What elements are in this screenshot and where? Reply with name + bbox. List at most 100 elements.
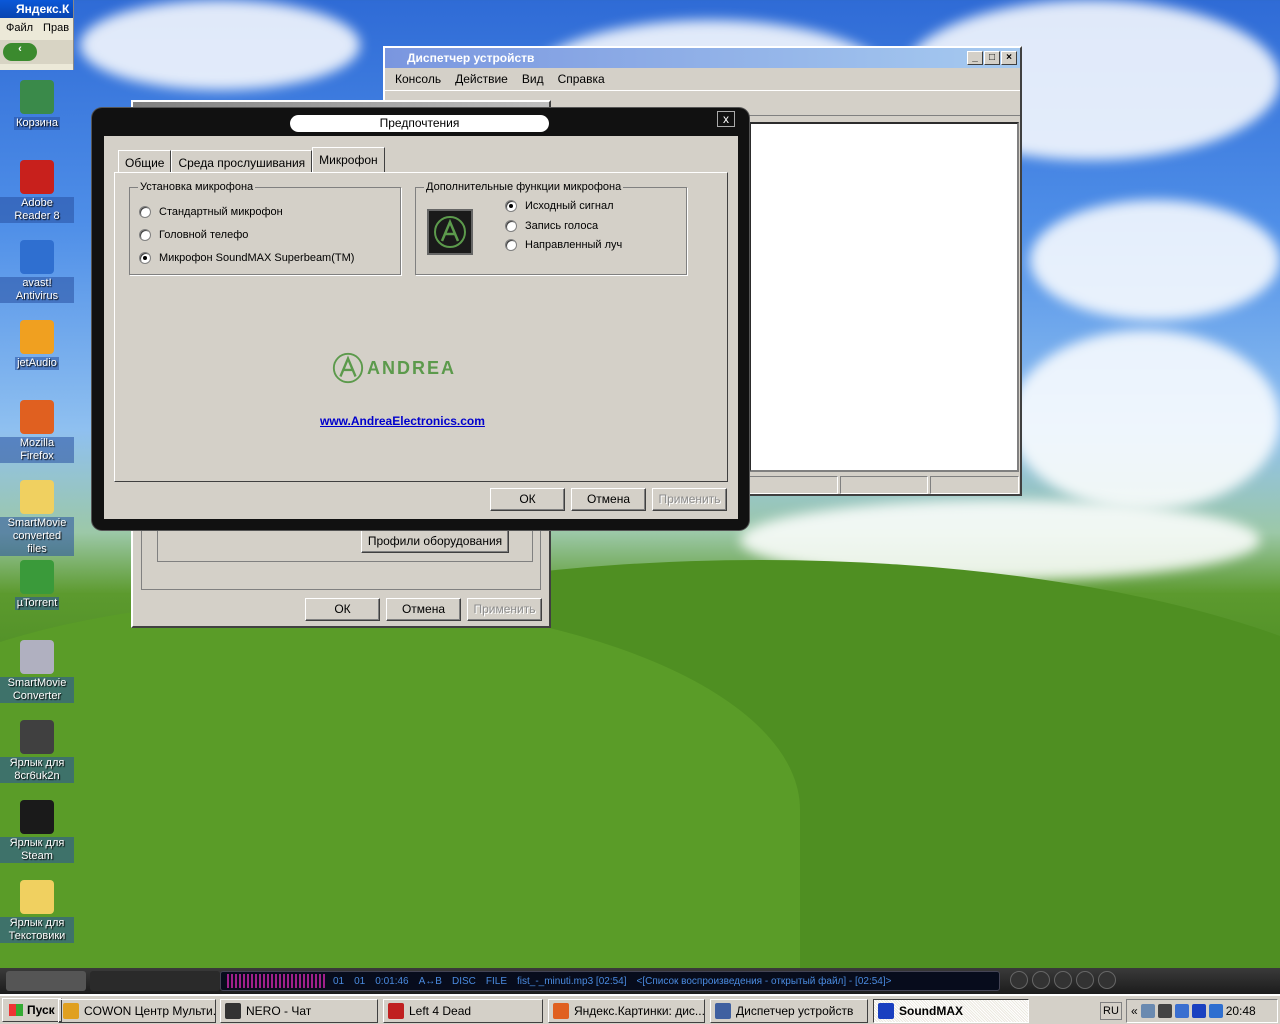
menu-action[interactable]: Действие — [455, 72, 508, 86]
taskbar-button[interactable]: Яндекс.Картинки: дис... — [548, 999, 705, 1023]
folder-icon — [20, 480, 54, 514]
equalizer-visual — [227, 974, 327, 988]
close-button[interactable]: x — [717, 111, 735, 127]
radio-label: Головной телефо — [159, 229, 249, 241]
taskbar-button[interactable]: SoundMAX — [873, 999, 1029, 1023]
radio-label: Исходный сигнал — [525, 200, 614, 212]
desktop-icon-label: Корзина — [14, 117, 60, 130]
desktop-icon-label: avast! Antivirus — [0, 277, 74, 303]
radio-dot[interactable] — [505, 219, 517, 232]
network-icon[interactable] — [1140, 1004, 1155, 1018]
menu-console[interactable]: Консоль — [395, 72, 441, 86]
radio-label: Микрофон SoundMAX Superbeam(TM) — [159, 252, 355, 264]
language-indicator[interactable]: RU — [1100, 1002, 1122, 1020]
desktop-icon[interactable]: SmartMovie Converter — [0, 640, 74, 703]
taskbar-button[interactable]: NERO - Чат — [220, 999, 378, 1023]
radio-dot[interactable] — [139, 206, 151, 218]
play-button[interactable] — [1098, 971, 1116, 989]
desktop-icon[interactable]: Ярлык для Steam — [0, 800, 74, 863]
radio-dot[interactable] — [139, 229, 151, 241]
ab-repeat[interactable]: A↔B — [419, 976, 442, 987]
mic-setup-radio[interactable]: Головной телефо — [139, 229, 248, 241]
firefox-window-fragment[interactable]: Яндекс.К Файл Прав ‹ — [0, 0, 74, 70]
desktop-icon[interactable]: avast! Antivirus — [0, 240, 74, 303]
menu-file[interactable]: Файл — [6, 22, 33, 36]
next-button[interactable] — [1076, 971, 1094, 989]
taskbar-button-label: Яндекс.Картинки: дис... — [574, 1004, 705, 1018]
radio-label: Стандартный микрофон — [159, 206, 283, 218]
radio-dot[interactable] — [505, 239, 517, 251]
player-transport — [1010, 971, 1116, 989]
tab-environment[interactable]: Среда прослушивания — [171, 150, 313, 172]
desktop-icon[interactable]: SmartMovie converted files — [0, 480, 74, 556]
tray-expand-icon[interactable]: « — [1131, 1004, 1138, 1018]
device-tree[interactable] — [749, 122, 1019, 472]
andrea-website-link[interactable]: www.AndreaElectronics.com — [320, 414, 485, 428]
ok-button[interactable]: ОК — [490, 488, 565, 511]
cancel-button[interactable]: Отмена — [386, 598, 461, 621]
desktop-icon[interactable]: µTorrent — [0, 560, 74, 610]
menu-view[interactable]: Вид — [522, 72, 544, 86]
player-mode-buttons[interactable] — [6, 971, 86, 991]
steam-icon — [20, 800, 54, 834]
avast-tray-icon[interactable] — [1174, 1004, 1189, 1018]
apply-button[interactable]: Применить — [652, 488, 727, 511]
app-icon — [225, 1003, 241, 1019]
mic-setup-radio[interactable]: Микрофон SoundMAX Superbeam(TM) — [139, 252, 354, 264]
app-icon — [878, 1003, 894, 1019]
soundmax-preferences-dialog[interactable]: Предпочтения x Общие Среда прослушивания… — [92, 108, 749, 530]
mic-extra-radio[interactable]: Направленный луч — [505, 239, 622, 251]
taskbar-button[interactable]: COWON Центр Мульти... — [58, 999, 216, 1023]
close-button[interactable]: × — [1001, 51, 1017, 65]
track-index: 01 — [354, 975, 366, 987]
adobe-reader-icon — [20, 160, 54, 194]
mic-extra-radio[interactable]: Исходный сигнал — [505, 200, 614, 212]
desktop-icon-label: Ярлык для Текстовики — [0, 917, 74, 943]
taskbar-button[interactable]: Диспетчер устройств — [710, 999, 868, 1023]
volume-icon[interactable] — [1208, 1004, 1223, 1018]
radio-dot[interactable] — [139, 252, 151, 264]
stop-button[interactable] — [1032, 971, 1050, 989]
elapsed-time: 0:01:46 — [375, 975, 409, 987]
desktop-icon[interactable]: Корзина — [0, 80, 74, 130]
back-button[interactable]: ‹ — [3, 43, 37, 61]
tab-microphone[interactable]: Микрофон — [312, 147, 385, 172]
menu-help[interactable]: Справка — [558, 72, 605, 86]
tab-general[interactable]: Общие — [118, 150, 172, 172]
desktop-icon[interactable]: Adobe Reader 8 — [0, 160, 74, 223]
desktop-icon-label: µTorrent — [14, 597, 60, 610]
taskbar-button-label: Left 4 Dead — [409, 1004, 472, 1018]
maximize-button[interactable]: □ — [984, 51, 1000, 65]
pause-button[interactable] — [1054, 971, 1072, 989]
desktop-icon[interactable]: jetAudio — [0, 320, 74, 370]
apply-button[interactable]: Применить — [467, 598, 542, 621]
avast-icon — [20, 240, 54, 274]
cancel-button[interactable]: Отмена — [571, 488, 646, 511]
taskbar: Пуск COWON Центр Мульти... NERO - Чат Left… — [0, 994, 1280, 1024]
minimize-button[interactable]: _ — [967, 51, 983, 65]
desktop-icon-label: Mozilla Firefox — [0, 437, 74, 463]
ok-button[interactable]: ОК — [305, 598, 380, 621]
utorrent-icon — [20, 560, 54, 594]
windows-logo-icon — [9, 1004, 23, 1016]
file-label: FILE — [485, 975, 507, 987]
start-label: Пуск — [27, 1003, 55, 1017]
menu-edit[interactable]: Прав — [43, 22, 69, 36]
start-button[interactable]: Пуск — [2, 998, 62, 1022]
desktop-icon[interactable]: Ярлык для 8cr6uk2n — [0, 720, 74, 783]
playlist-info: <[Список воспроизведения - открытый файл… — [636, 975, 892, 987]
player-option-buttons[interactable] — [90, 971, 220, 991]
desktop-icon[interactable]: Ярлык для Текстовики — [0, 880, 74, 943]
media-player-bar[interactable]: 01 01 0:01:46 A↔B DISC FILE fist_-_minut… — [0, 968, 1280, 994]
steam-tray-icon[interactable] — [1157, 1004, 1172, 1018]
device-manager-titlebar[interactable]: Диспетчер устройств _ □ × — [385, 48, 1020, 68]
taskbar-button[interactable]: Left 4 Dead — [383, 999, 543, 1023]
mic-setup-radio[interactable]: Стандартный микрофон — [139, 206, 283, 218]
soundmax-tray-icon[interactable] — [1191, 1004, 1206, 1018]
radio-dot[interactable] — [505, 200, 517, 212]
mic-extra-radio[interactable]: Запись голоса — [505, 219, 598, 232]
desktop-icon-label: Adobe Reader 8 — [0, 197, 74, 223]
desktop-icon[interactable]: Mozilla Firefox — [0, 400, 74, 463]
prev-button[interactable] — [1010, 971, 1028, 989]
hardware-profiles-button[interactable]: Профили оборудования — [361, 530, 509, 553]
